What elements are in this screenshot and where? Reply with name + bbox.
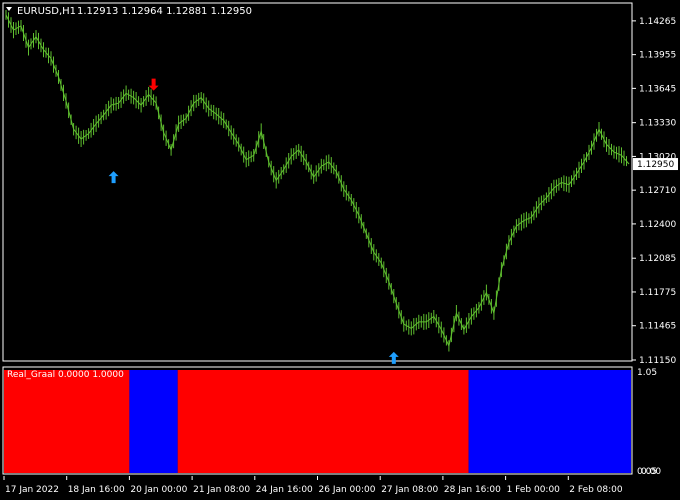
- price-tick-label: 1.12085: [639, 254, 676, 264]
- price-tick-label: 1.11775: [639, 288, 676, 298]
- time-tick-label: 20 Jan 00:00: [130, 485, 187, 495]
- time-tick-label: 17 Jan 2022: [5, 485, 59, 495]
- time-tick-label: 2 Feb 08:00: [569, 485, 623, 495]
- chart-header: EURUSD,H1 1.12913 1.12964 1.12881 1.1295…: [6, 6, 252, 17]
- indicator-histogram: [4, 370, 631, 473]
- price-tick-label: 1.12400: [639, 220, 676, 230]
- ohlc-label: 1.12913 1.12964 1.12881 1.12950: [77, 6, 252, 17]
- indicator-scale-bottom-zero: 0.00: [641, 467, 661, 477]
- indicator-segment-down: [4, 370, 130, 473]
- time-tick-label: 27 Jan 08:00: [381, 485, 438, 495]
- price-tick-label: 1.13645: [639, 84, 676, 94]
- price-axis: 1.142651.139551.136451.133301.130201.127…: [632, 17, 678, 366]
- price-tick-label: 1.14265: [639, 17, 676, 27]
- price-panel[interactable]: [2, 2, 633, 362]
- time-tick-label: 28 Jan 16:00: [444, 485, 501, 495]
- symbol-label: EURUSD,H1: [17, 6, 76, 17]
- price-tick-label: 1.13330: [639, 119, 676, 129]
- trading-chart[interactable]: EURUSD,H1 1.12913 1.12964 1.12881 1.1295…: [0, 0, 680, 500]
- price-tick-label: 1.13955: [639, 51, 676, 61]
- price-tick-label: 1.11150: [639, 356, 676, 366]
- indicator-scale-top: 1.05: [637, 368, 657, 378]
- indicator-segment-down: [177, 370, 469, 473]
- time-axis: 17 Jan 2022 18 Jan 16:00 20 Jan 00:00 21 Ja…: [3, 476, 623, 495]
- time-tick-label: 1 Feb 00:00: [507, 485, 561, 495]
- indicator-segment-up: [129, 370, 178, 473]
- time-tick-label: 26 Jan 00:00: [319, 485, 376, 495]
- time-tick-label: 21 Jan 08:00: [193, 485, 250, 495]
- price-tick-label: 1.12710: [639, 186, 676, 196]
- indicator-label: Real_Graal 0.0000 1.0000: [7, 370, 124, 380]
- current-price-label: 1.12950: [637, 160, 674, 170]
- indicator-segment-up: [468, 370, 631, 473]
- time-tick-label: 18 Jan 16:00: [68, 485, 125, 495]
- time-tick-label: 24 Jan 16:00: [256, 485, 313, 495]
- price-tick-label: 1.11465: [639, 322, 676, 332]
